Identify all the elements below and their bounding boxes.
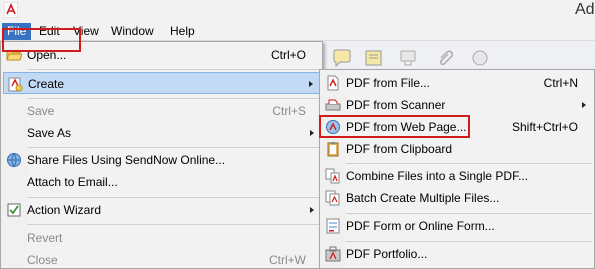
audio-icon[interactable] [470, 48, 490, 68]
form-icon [326, 218, 340, 234]
menu-item-label: Share Files Using SendNow Online... [27, 153, 226, 167]
menu-separator [346, 241, 592, 242]
menu-item-shortcut: Shift+Ctrl+O [511, 120, 578, 134]
window-title: Ad [575, 1, 595, 18]
menu-item-label: Create [28, 77, 65, 91]
file-menu: Open... Ctrl+O Create Save Ctrl+S Save A… [0, 41, 323, 269]
scanner-icon [325, 99, 341, 111]
menu-item-create[interactable]: Create [3, 72, 320, 94]
menu-item-label: PDF from File... [346, 76, 431, 90]
menu-item-label: Action Wizard [27, 203, 102, 217]
menu-separator [27, 197, 320, 198]
menu-item-label: PDF Portfolio... [346, 247, 428, 261]
menu-item-shortcut: Ctrl+O [270, 48, 306, 62]
menu-item-pdf-form[interactable]: PDF Form or Online Form... [322, 215, 592, 237]
attach-icon[interactable] [436, 48, 456, 68]
menu-separator [27, 224, 320, 225]
menu-window[interactable]: Window [106, 23, 159, 40]
clipboard-icon [327, 142, 339, 157]
menu-bar: File Edit View Window Help [0, 21, 595, 41]
speech-bubble-icon[interactable] [332, 48, 352, 68]
menu-item-combine-files[interactable]: Combine Files into a Single PDF... [322, 165, 592, 187]
menu-help[interactable]: Help [165, 23, 200, 40]
menu-item-pdf-from-scanner[interactable]: PDF from Scanner [322, 94, 592, 116]
menu-item-label: Attach to Email... [27, 175, 118, 189]
combine-files-icon [325, 168, 340, 184]
stamp-icon[interactable] [398, 48, 418, 68]
menu-item-label: Save [27, 104, 55, 118]
submenu-arrow-icon [309, 81, 313, 87]
highlight-box-create [2, 28, 81, 52]
menu-item-shortcut: Ctrl+N [543, 76, 578, 90]
share-globe-icon [7, 153, 21, 168]
menu-item-action-wizard[interactable]: Action Wizard [3, 199, 320, 221]
menu-item-save-as[interactable]: Save As [3, 122, 320, 144]
create-pdf-icon [8, 77, 23, 92]
menu-item-shortcut: Ctrl+S [272, 104, 306, 118]
menu-item-label: PDF from Scanner [346, 98, 446, 112]
menu-item-revert[interactable]: Revert [3, 227, 320, 249]
menu-item-label: PDF from Clipboard [346, 142, 453, 156]
menu-item-batch-create[interactable]: Batch Create Multiple Files... [322, 187, 592, 209]
title-bar: Ad [0, 0, 595, 21]
menu-item-label: Combine Files into a Single PDF... [346, 169, 529, 183]
menu-separator [346, 163, 592, 164]
menu-item-label: Save As [27, 126, 72, 140]
portfolio-icon [325, 246, 341, 262]
sticky-note-icon[interactable] [364, 48, 384, 68]
menu-item-label: Batch Create Multiple Files... [346, 191, 500, 205]
menu-item-pdf-portfolio[interactable]: PDF Portfolio... [322, 243, 592, 265]
submenu-arrow-icon [310, 130, 314, 136]
menu-item-save[interactable]: Save Ctrl+S [3, 100, 320, 122]
menu-item-pdf-from-file[interactable]: PDF from File... Ctrl+N [322, 72, 592, 94]
menu-separator [27, 69, 320, 70]
pdf-file-icon [327, 75, 339, 91]
menu-item-label: Close [27, 253, 58, 267]
menu-item-label: Revert [27, 231, 63, 245]
menu-item-share-files[interactable]: Share Files Using SendNow Online... [3, 149, 320, 171]
menu-item-label: PDF Form or Online Form... [346, 219, 495, 233]
menu-separator [27, 147, 320, 148]
highlight-box-web-page [319, 115, 470, 138]
action-wizard-icon [7, 203, 21, 217]
menu-separator [27, 98, 320, 99]
menu-item-attach-email[interactable]: Attach to Email... [3, 171, 320, 193]
submenu-arrow-icon [582, 102, 586, 108]
create-submenu: PDF from File... Ctrl+N PDF from Scanner… [319, 69, 595, 269]
menu-item-close[interactable]: Close Ctrl+W [3, 249, 320, 269]
submenu-arrow-icon [310, 207, 314, 213]
menu-item-pdf-from-clipboard[interactable]: PDF from Clipboard [322, 138, 592, 160]
menu-item-shortcut: Ctrl+W [269, 253, 306, 267]
menu-separator [346, 213, 592, 214]
batch-create-icon [325, 190, 340, 206]
acrobat-logo-icon [4, 2, 18, 18]
